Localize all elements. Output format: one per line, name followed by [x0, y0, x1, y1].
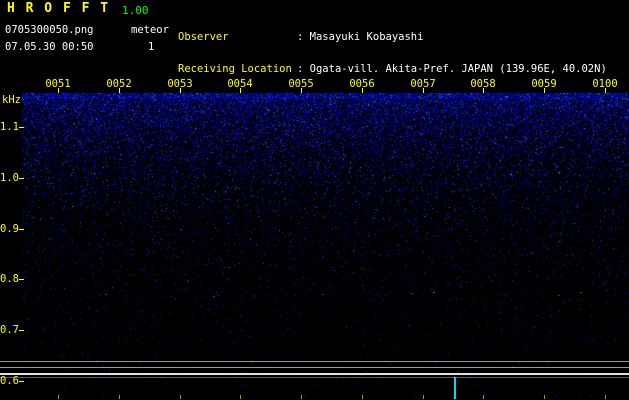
info-row-location: Receiving Location: Ogata-vill. Akita-Pr… — [178, 64, 607, 75]
freq-unit-label: kHz — [2, 94, 21, 106]
freq-label: 1.0 — [0, 172, 19, 184]
info-row-observer: Observer: Masayuki Kobayashi — [178, 30, 607, 43]
bottom-time-tick — [58, 395, 59, 399]
freq-label: 0.7 — [0, 324, 19, 336]
bottom-time-tick — [544, 395, 545, 399]
mode-label: meteor — [131, 24, 169, 36]
freq-tick — [19, 381, 24, 382]
info-value: Ogata-vill. Akita-Pref. JAPAN (139.96E, … — [309, 62, 607, 75]
time-tick — [362, 88, 363, 93]
bottom-time-tick — [119, 395, 120, 399]
time-tick — [423, 88, 424, 93]
meteor-echo-marker — [454, 377, 456, 399]
bottom-time-tick — [301, 395, 302, 399]
time-tick — [58, 88, 59, 93]
output-filename: 0705300050.png — [5, 24, 94, 36]
info-separator: : — [297, 62, 310, 75]
bottom-time-tick — [483, 395, 484, 399]
freq-tick — [19, 229, 24, 230]
time-tick — [119, 88, 120, 93]
app-version: 1.00 — [122, 4, 149, 17]
time-tick — [180, 88, 181, 93]
freq-tick — [19, 279, 24, 280]
level-grid-line — [0, 367, 629, 368]
bottom-time-tick — [240, 395, 241, 399]
time-tick — [301, 88, 302, 93]
info-separator: : — [297, 30, 310, 43]
freq-label: 0.8 — [0, 273, 19, 285]
echo-count: 1 — [148, 41, 155, 53]
bottom-time-tick — [180, 395, 181, 399]
freq-label: 1.1 — [0, 121, 19, 133]
time-tick — [240, 88, 241, 93]
timestamp: 07.05.30 00:50 — [5, 41, 94, 53]
hrofft-window: H R O F F T 1.00 0705300050.png meteor 0… — [0, 0, 629, 400]
time-tick — [605, 88, 606, 93]
time-tick — [483, 88, 484, 93]
time-tick — [544, 88, 545, 93]
freq-label: 0.9 — [0, 223, 19, 235]
level-grid-line — [0, 361, 629, 362]
freq-tick — [19, 178, 24, 179]
info-label: Receiving Location — [178, 62, 292, 75]
freq-label: 0.6 — [0, 375, 19, 387]
bottom-time-tick — [362, 395, 363, 399]
freq-tick — [19, 330, 24, 331]
info-value: Masayuki Kobayashi — [309, 30, 424, 43]
freq-tick — [19, 127, 24, 128]
bottom-time-tick — [605, 395, 606, 399]
spectrogram-canvas — [22, 93, 629, 400]
bottom-time-tick — [423, 395, 424, 399]
level-grid-line — [0, 373, 629, 375]
app-title: H R O F F T — [7, 1, 110, 16]
level-grid-line — [0, 377, 629, 378]
info-label: Observer — [178, 30, 229, 43]
